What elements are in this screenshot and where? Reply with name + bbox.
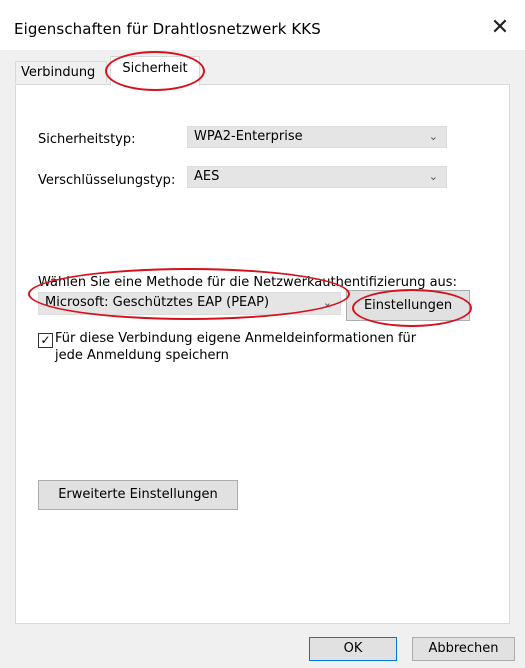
advanced-settings-button[interactable]: Erweiterte Einstellungen	[38, 480, 238, 510]
tab-verbindung[interactable]: Verbindung	[15, 61, 107, 83]
chevron-down-icon: ⌄	[322, 296, 332, 309]
encryption-type-select[interactable]: AES ⌄	[187, 166, 447, 188]
tab-sicherheit[interactable]: Sicherheit	[110, 56, 200, 86]
encryption-type-value: AES	[194, 169, 220, 184]
encryption-type-label: Verschlüsselungstyp:	[38, 173, 176, 188]
close-icon[interactable]: ✕	[486, 14, 514, 42]
cancel-button[interactable]: Abbrechen	[412, 637, 515, 661]
security-type-label: Sicherheitstyp:	[38, 132, 136, 147]
auth-method-label: Wählen Sie eine Methode für die Netzwerk…	[38, 275, 457, 290]
security-type-select[interactable]: WPA2-Enterprise ⌄	[187, 126, 447, 148]
remember-credentials-checkbox[interactable]: ✓	[38, 333, 53, 348]
security-type-value: WPA2-Enterprise	[194, 129, 303, 144]
chevron-down-icon: ⌄	[428, 130, 438, 143]
chevron-down-icon: ⌄	[428, 170, 438, 183]
auth-method-value: Microsoft: Geschütztes EAP (PEAP)	[45, 295, 270, 310]
title-bar: Eigenschaften für Drahtlosnetzwerk KKS ✕	[0, 0, 525, 50]
remember-credentials-label-line1: Für diese Verbindung eigene Anmeldeinfor…	[55, 331, 417, 346]
ok-button[interactable]: OK	[309, 637, 397, 661]
window-title: Eigenschaften für Drahtlosnetzwerk KKS	[14, 20, 321, 38]
remember-credentials-label-line2: jede Anmeldung speichern	[55, 348, 229, 363]
auth-method-select[interactable]: Microsoft: Geschütztes EAP (PEAP) ⌄	[38, 292, 341, 315]
settings-button[interactable]: Einstellungen	[346, 290, 470, 321]
checkmark-icon: ✓	[40, 333, 51, 347]
